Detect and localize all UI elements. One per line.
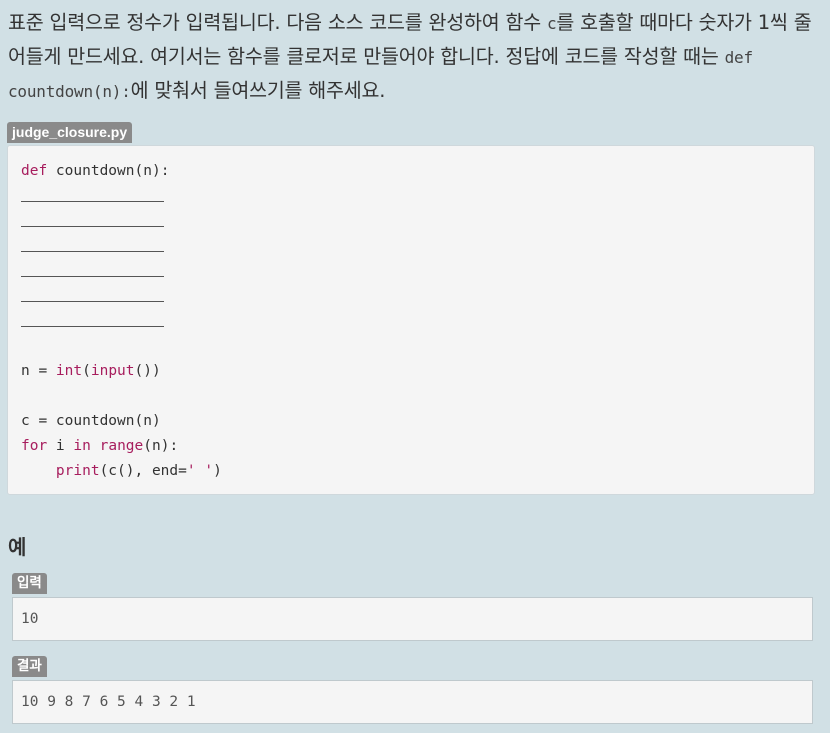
blank-line-4 xyxy=(21,261,164,281)
code-block: def countdown(n): n = int(input()) c = c… xyxy=(7,145,815,495)
builtin-input: input xyxy=(90,363,135,379)
code-line-for: for i in range(n): xyxy=(21,436,178,456)
print-args: (c(), end= xyxy=(99,463,187,479)
paren: ( xyxy=(82,363,91,379)
answer-blank xyxy=(21,250,164,252)
output-label-tag: 결과 xyxy=(12,656,47,677)
answer-blank xyxy=(21,300,164,302)
example-output-box: 10 9 8 7 6 5 4 3 2 1 xyxy=(12,680,813,724)
string-literal: ' ' xyxy=(186,463,214,479)
answer-blank xyxy=(21,200,164,202)
paren-close: ()) xyxy=(134,363,161,379)
paren-close: ) xyxy=(213,463,222,479)
code-line-input: n = int(input()) xyxy=(21,361,161,381)
example-input-box: 10 xyxy=(12,597,813,641)
keyword-for: for xyxy=(21,438,48,454)
blank-line-3 xyxy=(21,236,164,256)
answer-blank xyxy=(21,225,164,227)
blank-line-1 xyxy=(21,186,164,206)
n-assign: n = xyxy=(21,363,56,379)
loop-var: i xyxy=(47,438,74,454)
blank-line-2 xyxy=(21,211,164,231)
def-rest: countdown(n): xyxy=(47,163,170,179)
problem-text-3: 에 맞춰서 들여쓰기를 해주세요. xyxy=(130,79,386,102)
blank-line-5 xyxy=(21,286,164,306)
inline-code-c: c xyxy=(546,14,557,33)
builtin-int: int xyxy=(55,363,83,379)
example-heading: 예 xyxy=(8,535,27,559)
keyword-def: def xyxy=(21,163,48,179)
code-line-def: def countdown(n): xyxy=(21,161,169,181)
input-label-tag: 입력 xyxy=(12,573,47,594)
code-line-print: print(c(), end=' ') xyxy=(21,461,222,481)
answer-blank xyxy=(21,275,164,277)
problem-description: 표준 입력으로 정수가 입력됩니다. 다음 소스 코드를 완성하여 함수 c를 … xyxy=(8,6,823,108)
range-args: (n): xyxy=(143,438,179,454)
answer-blank xyxy=(21,325,164,327)
problem-text-1: 표준 입력으로 정수가 입력됩니다. 다음 소스 코드를 완성하여 함수 xyxy=(8,11,547,34)
blank-line-6 xyxy=(21,311,164,331)
builtin-range: range xyxy=(99,438,144,454)
code-filename-tag: judge_closure.py xyxy=(7,122,133,143)
code-line-c-assign: c = countdown(n) xyxy=(21,413,161,429)
builtin-print: print xyxy=(55,463,100,479)
keyword-in: in xyxy=(73,438,91,454)
